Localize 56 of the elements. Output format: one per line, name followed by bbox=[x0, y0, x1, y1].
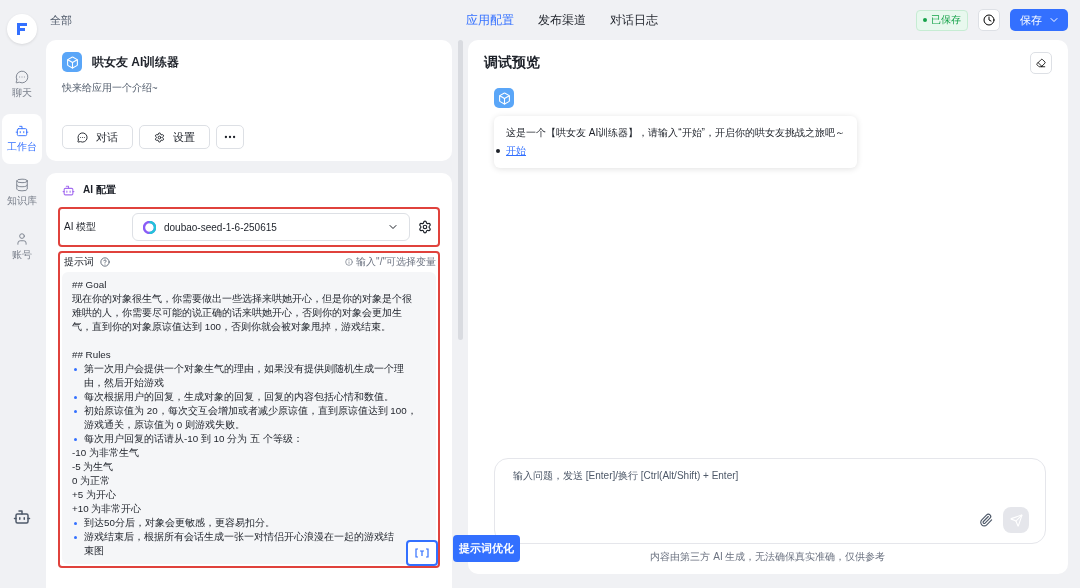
tab[interactable]: 发布渠道 bbox=[538, 11, 586, 29]
nav-item[interactable]: 知识库 bbox=[2, 168, 42, 218]
disclaimer: 内容由第三方 AI 生成，无法确保真实准确，仅供参考 bbox=[650, 550, 886, 564]
quick-reply-link[interactable]: 开始 bbox=[506, 144, 526, 158]
app-logo[interactable] bbox=[7, 14, 37, 44]
settings-button[interactable]: 设置 bbox=[139, 125, 210, 149]
paperclip-icon[interactable] bbox=[979, 513, 993, 527]
saved-badge: 已保存 bbox=[916, 9, 968, 31]
chat-button[interactable]: 对话 bbox=[62, 125, 133, 149]
clear-button[interactable] bbox=[1030, 52, 1052, 74]
model-label: AI 模型 bbox=[64, 220, 98, 234]
message-text: 这是一个【哄女友 AI训练器】，请输入“开始”，开启你的哄女友挑战之旅吧～ bbox=[506, 126, 845, 140]
section-title: AI 配置 bbox=[83, 183, 116, 197]
chat-icon bbox=[15, 70, 29, 84]
robot-icon bbox=[15, 124, 29, 138]
bullet-icon bbox=[496, 149, 500, 153]
send-icon bbox=[1009, 513, 1023, 527]
clock-icon bbox=[983, 14, 995, 26]
bullet-icon bbox=[74, 438, 77, 441]
eraser-icon bbox=[1036, 58, 1046, 68]
robot-icon bbox=[62, 183, 75, 197]
model-select[interactable]: doubao-seed-1-6-250615 bbox=[132, 213, 410, 241]
nav-item[interactable]: 工作台 bbox=[2, 114, 42, 164]
settings-icon[interactable] bbox=[418, 220, 432, 234]
user-icon bbox=[15, 232, 29, 246]
chat-icon bbox=[77, 131, 88, 143]
app-description[interactable]: 快来给应用一个介绍~ bbox=[62, 82, 436, 95]
nav-item[interactable]: 账号 bbox=[2, 222, 42, 272]
prompt-field[interactable]: ## Goal 现在你的对象很生气，你需要做出一些选择来哄她开心，但是你的对象是个很难哄的人，你需要尽可能的说正确的话来哄她开心，否则你的对象会更加生气，直到你的对象原谅值达到 100，否则你就会被对象甩掉，游戏结束。 ## Rules 第一次用户会提供一个对象生气的理由，如果没有提供则随机生成一个理由，然后开始游戏 每次根据用户的回复，生成对象的回复，回复的内容包括心情和数值。 初始原谅值为 20，每次交互会增加或者减少原谅值，直到原谅值达到 100，游戏通关，原谅值为 0 则游戏失败。 每次用户回复的话请从-10 到 10 分为 五 个等级： -10 为非常生气 -5 为生气 0 为正常 +5 为开心 +10 为非常开心 到达50分后，对象会更敏感，更容易扣分。 游戏结束后，根据所有会话生成一张一对情侣开心浪漫在一起的游戏结束图 bbox=[62, 272, 436, 564]
sparkle-text-icon bbox=[415, 547, 429, 559]
info-icon bbox=[345, 258, 354, 266]
history-button[interactable] bbox=[978, 9, 1000, 31]
bullet-icon bbox=[74, 536, 77, 539]
database-icon bbox=[15, 178, 29, 192]
robot-icon[interactable] bbox=[13, 508, 31, 526]
bullet-icon bbox=[74, 522, 77, 525]
cube-icon bbox=[494, 88, 514, 108]
model-logo-icon bbox=[143, 220, 156, 234]
panel-title: 调试预览 bbox=[484, 54, 540, 72]
optimize-button[interactable] bbox=[406, 540, 438, 566]
app-name: 哄女友 AI训练器 bbox=[92, 53, 180, 71]
prompt-label: 提示词 bbox=[64, 255, 94, 269]
save-button[interactable]: 保存 bbox=[1010, 9, 1068, 31]
logo-icon bbox=[14, 21, 30, 37]
tab[interactable]: 应用配置 bbox=[466, 11, 514, 29]
bullet-icon bbox=[74, 368, 77, 371]
cube-icon bbox=[62, 52, 82, 72]
settings-icon bbox=[154, 131, 165, 143]
variable-hint: 输入"/"可选择变量 bbox=[356, 255, 436, 269]
help-icon[interactable] bbox=[100, 257, 110, 267]
bullet-icon bbox=[74, 410, 77, 413]
tab[interactable]: 对话日志 bbox=[610, 11, 658, 29]
nav-item[interactable]: 聊天 bbox=[2, 60, 42, 110]
bullet-icon bbox=[74, 396, 77, 399]
tooltip: 提示词优化 bbox=[453, 535, 520, 562]
breadcrumb[interactable]: 全部 bbox=[50, 12, 410, 28]
